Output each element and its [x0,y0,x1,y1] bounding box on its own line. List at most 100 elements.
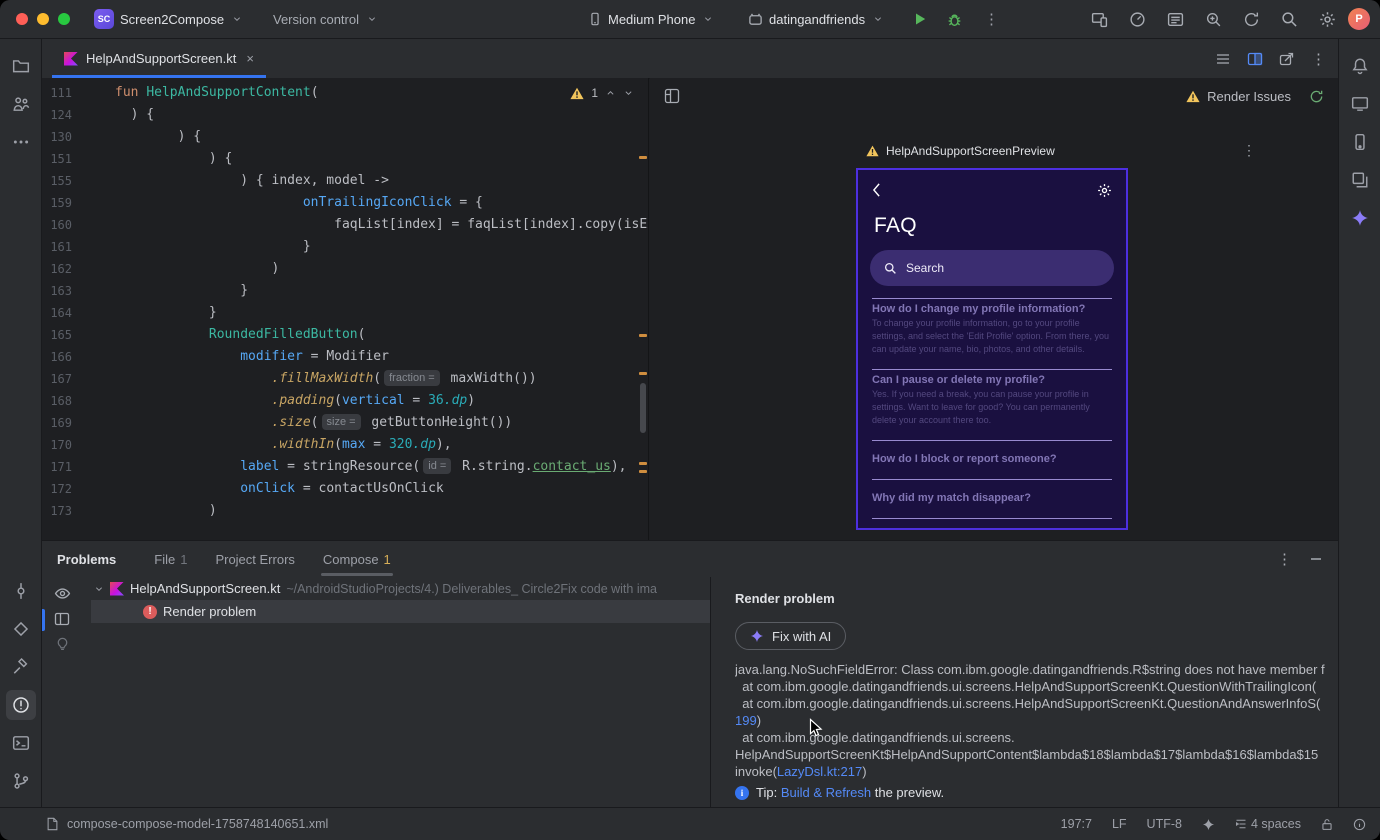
android-studio-window: SC Screen2Compose Version control Medium… [0,0,1380,840]
chevron-down-icon [873,15,883,23]
more-actions-button[interactable]: ⋮ [984,0,999,38]
line-ending[interactable]: LF [1112,817,1127,831]
phone-preview[interactable]: FAQ Search How do I change my profile in… [856,168,1128,530]
trace-link[interactable]: 199 [735,713,757,728]
preview-problems-eye-icon[interactable] [54,585,71,602]
render-issues-label: Render Issues [1207,88,1291,104]
profiler-icon[interactable] [1129,11,1146,28]
user-avatar[interactable]: P [1348,8,1370,30]
search-icon[interactable] [1281,11,1298,28]
problems-tabs: File 1 Project Errors Compose 1 [154,541,393,577]
prev-problem-icon[interactable] [605,89,616,97]
run-button[interactable] [912,0,928,38]
run-configuration-selector[interactable]: datingandfriends [748,0,883,38]
faq-question[interactable]: Can I pause or delete my profile? [872,374,1112,386]
fix-with-ai-button[interactable]: Fix with AI [735,622,847,650]
run-config-name: datingandfriends [769,11,866,27]
preview-name: HelpAndSupportScreenPreview [886,143,1055,158]
close-tab-icon[interactable]: × [246,51,254,66]
vcs-selector[interactable]: Version control [273,0,377,38]
kotlin-file-icon [64,51,78,66]
trace-link[interactable]: LazyDsl.kt:217 [777,764,862,779]
more-tool-windows-icon[interactable] [6,127,36,157]
quickfix-lightbulb-icon[interactable] [55,636,70,651]
tip-text: Tip: Build & Refresh the preview. [756,785,945,800]
problems-tool-icon[interactable] [5,690,36,720]
logcat-icon[interactable] [1167,11,1184,28]
settings-gear-icon[interactable] [1097,183,1112,198]
stack-trace: java.lang.NoSuchFieldError: Class com.ib… [735,662,1325,779]
detach-editor-icon[interactable] [1279,51,1295,67]
preview-more-vert-icon[interactable]: ⋮ [1242,142,1256,159]
warning-stripe[interactable] [639,470,647,473]
gemini-icon [750,629,764,643]
warning-stripe[interactable] [639,156,647,159]
more-vert-icon[interactable]: ⋮ [1311,50,1326,68]
fullscreen-window-button[interactable] [58,13,70,25]
device-mirror-icon[interactable] [1091,11,1108,28]
preview-title-row[interactable]: HelpAndSupportScreenPreview ⋮ [866,142,1256,159]
gemini-status-icon[interactable] [1202,818,1215,831]
build-tool-icon[interactable] [6,652,36,682]
problems-tab-project-errors[interactable]: Project Errors [215,541,294,577]
warning-stripe[interactable] [639,462,647,465]
commit-tool-icon[interactable] [6,576,36,606]
notifications-icon[interactable] [1345,51,1375,81]
project-tool-icon[interactable] [6,51,36,81]
split-editor-icon[interactable] [1247,51,1263,67]
device-selector[interactable]: Medium Phone [588,0,713,38]
caret-position[interactable]: 197:7 [1061,817,1092,831]
warning-stripe[interactable] [639,334,647,337]
problems-file-row[interactable]: HelpAndSupportScreen.kt ~/AndroidStudioP… [82,577,710,600]
panel-more-vert-icon[interactable]: ⋮ [1277,550,1292,568]
settings-gear-icon[interactable] [1319,11,1336,28]
next-problem-icon[interactable] [623,89,634,97]
running-devices-icon[interactable] [1345,89,1375,119]
preview-layout-icon[interactable] [664,88,680,104]
device-manager-icon[interactable] [1345,127,1375,157]
inspections-widget[interactable]: 1 [570,86,634,100]
debug-button[interactable] [946,0,963,38]
editor-list-icon[interactable] [1215,51,1231,67]
statusbar-file[interactable]: compose-compose-model-1758748140651.xml [46,817,328,831]
warning-stripe[interactable] [639,372,647,375]
problems-tree: HelpAndSupportScreen.kt ~/AndroidStudioP… [82,577,710,808]
gradle-sync-icon[interactable] [1243,11,1260,28]
warning-count: 1 [591,86,598,100]
version-control-icon[interactable] [6,766,36,796]
chevron-down-icon[interactable] [94,585,104,593]
open-details-view-icon[interactable] [54,611,70,627]
gemini-icon[interactable] [1345,203,1375,233]
terminal-tool-icon[interactable] [6,728,36,758]
problems-tab-compose[interactable]: Compose 1 [320,541,393,577]
editor-scrollbar[interactable] [640,383,646,433]
render-issues-button[interactable]: Render Issues [1186,89,1291,104]
resource-manager-icon[interactable] [1345,165,1375,195]
search-bar[interactable]: Search [870,250,1114,286]
editor-tab-helpandsupport[interactable]: HelpAndSupportScreen.kt × [52,39,266,78]
indent-setting[interactable]: 4 spaces [1235,817,1301,831]
render-problem-row[interactable]: ! Render problem [91,600,710,623]
build-variants-icon[interactable] [6,614,36,644]
project-selector[interactable]: SC Screen2Compose [94,0,242,38]
problem-details: Render problem Fix with AI java.lang.NoS… [722,577,1338,808]
faq-question[interactable]: How do I block or report someone? [872,453,1112,465]
app-insights-icon[interactable] [1205,11,1222,28]
statusbar-file-name: compose-compose-model-1758748140651.xml [67,817,329,831]
code-editor[interactable]: 111 fun HelpAndSupportContent(124) {130) … [42,78,649,540]
chevron-down-icon [367,15,377,23]
faq-question[interactable]: Why did my match disappear? [872,492,1112,504]
panel-divider[interactable] [710,577,711,808]
pull-requests-icon[interactable] [6,89,36,119]
problems-tab-file[interactable]: File 1 [154,541,187,577]
back-icon[interactable] [872,183,881,197]
close-window-button[interactable] [16,13,28,25]
build-refresh-link[interactable]: Build & Refresh [781,785,871,800]
minimize-window-button[interactable] [37,13,49,25]
hide-panel-icon[interactable] [1310,553,1322,565]
refresh-preview-icon[interactable] [1309,89,1324,104]
lock-icon[interactable] [1321,818,1333,831]
faq-question[interactable]: How do I change my profile information? [872,303,1112,315]
file-encoding[interactable]: UTF-8 [1147,817,1182,831]
status-info-icon[interactable] [1353,818,1366,831]
